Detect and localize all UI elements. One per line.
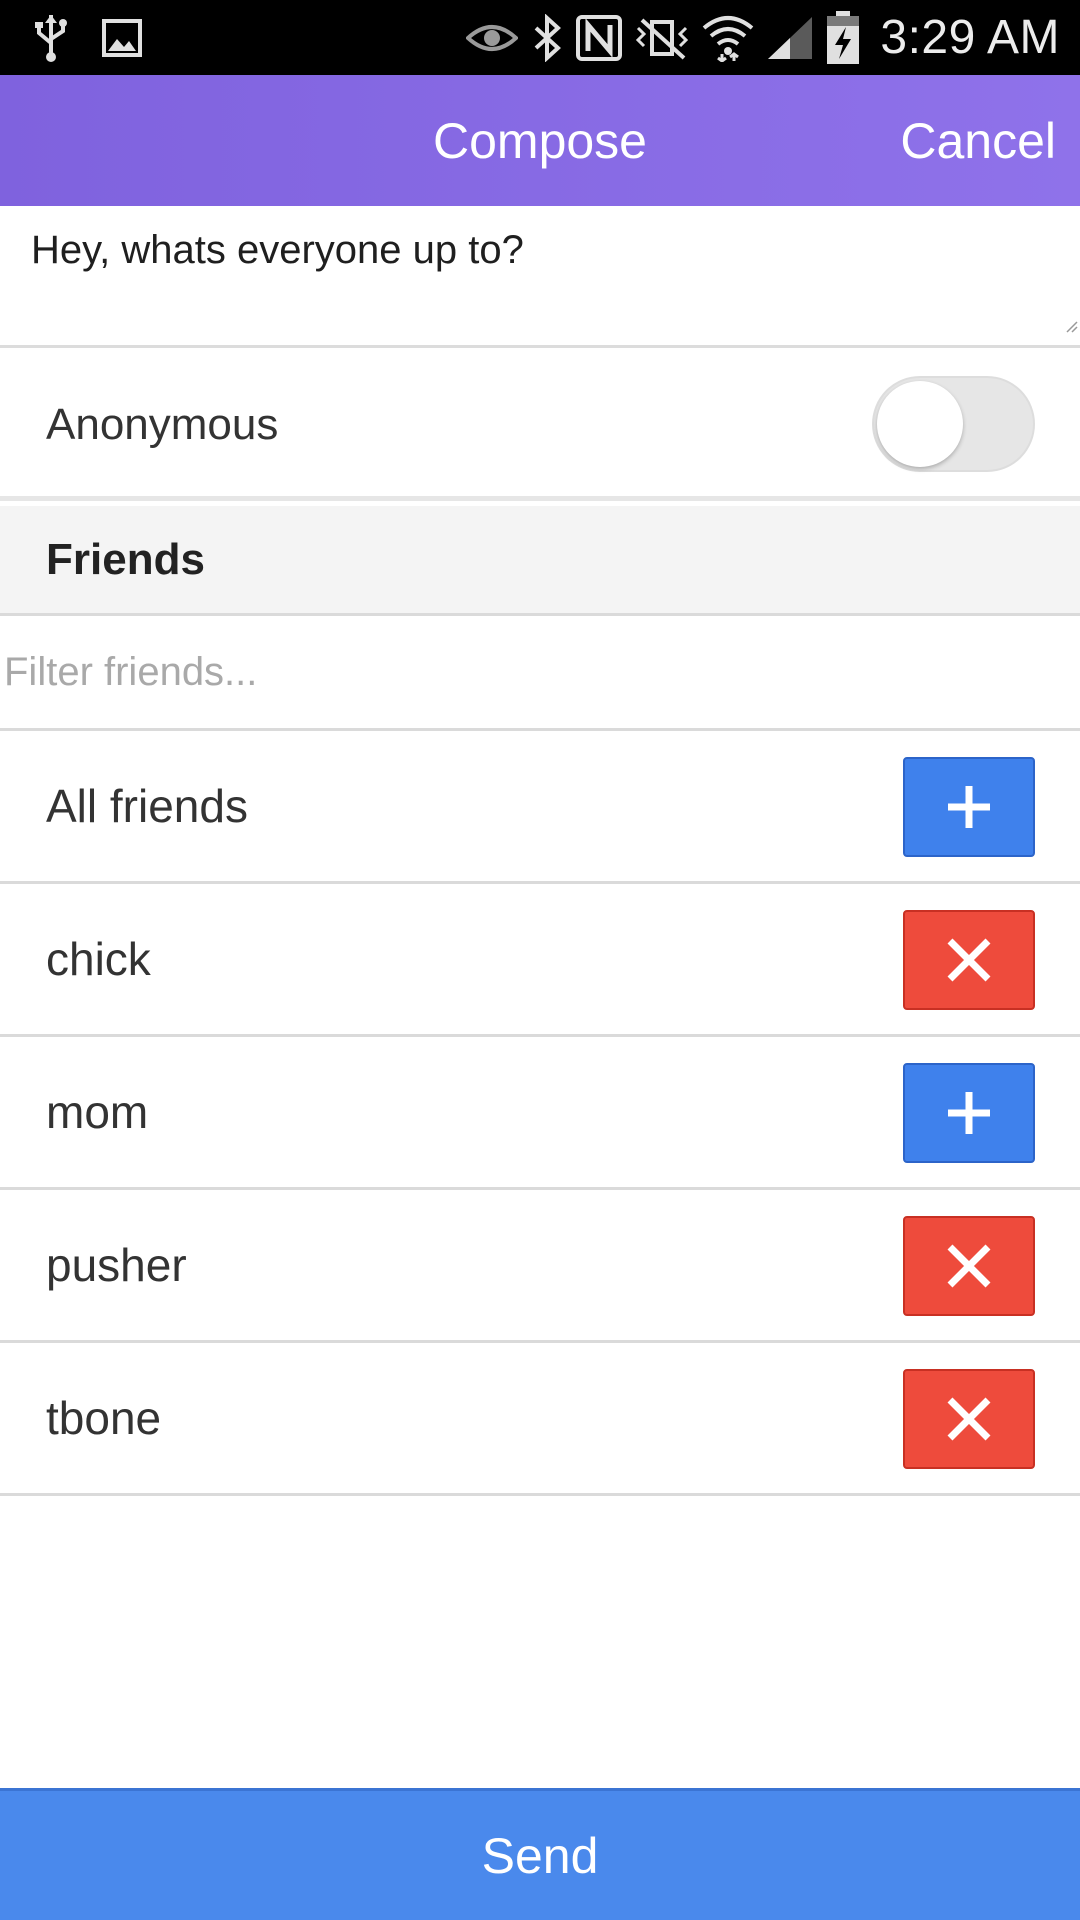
plus-icon: [948, 786, 990, 828]
anonymous-toggle[interactable]: [872, 376, 1035, 472]
close-icon: [947, 938, 991, 982]
friends-section-header: Friends: [0, 506, 1080, 616]
status-right-icons: 3:29 AM: [466, 8, 1080, 68]
remove-friend-button[interactable]: [903, 910, 1035, 1010]
friends-title: Friends: [46, 534, 205, 584]
battery-charging-icon: [826, 8, 860, 68]
close-icon: [947, 1397, 991, 1441]
list-item: chick: [0, 884, 1080, 1037]
filter-row: [0, 616, 1080, 731]
remove-friend-button[interactable]: [903, 1369, 1035, 1469]
add-friend-button[interactable]: [903, 1063, 1035, 1163]
list-item: mom: [0, 1037, 1080, 1190]
anonymous-row: Anonymous: [0, 351, 1080, 501]
friend-name: pusher: [46, 1239, 187, 1291]
plus-icon: [948, 1092, 990, 1134]
resize-handle-icon[interactable]: [1064, 319, 1078, 333]
wifi-icon: [702, 8, 754, 68]
send-button[interactable]: Send: [0, 1788, 1080, 1920]
bluetooth-icon: [530, 8, 564, 68]
status-time: 3:29 AM: [880, 11, 1060, 64]
list-item: tbone: [0, 1343, 1080, 1496]
vibrate-icon: [634, 8, 690, 68]
compose-header: Compose Cancel: [0, 75, 1080, 206]
message-text: Hey, whats everyone up to?: [31, 228, 524, 272]
signal-icon: [766, 8, 814, 68]
list-item: All friends: [0, 731, 1080, 884]
anonymous-label: Anonymous: [46, 399, 279, 449]
toggle-knob: [877, 381, 963, 467]
friend-name: All friends: [46, 780, 248, 832]
nfc-icon: [576, 8, 623, 68]
friend-name: tbone: [46, 1392, 162, 1444]
filter-friends-input[interactable]: [0, 616, 1080, 728]
friend-list: All friends chick mom pusher tbone: [0, 731, 1080, 1496]
remove-friend-button[interactable]: [903, 1216, 1035, 1316]
status-left-icons: [0, 8, 142, 68]
image-icon: [102, 8, 142, 68]
close-icon: [947, 1244, 991, 1288]
friend-name: mom: [46, 1086, 149, 1138]
add-friend-button[interactable]: [903, 757, 1035, 857]
list-item: pusher: [0, 1190, 1080, 1343]
usb-icon: [34, 8, 68, 68]
friend-name: chick: [46, 933, 151, 985]
cancel-button[interactable]: Cancel: [900, 75, 1056, 206]
message-textarea[interactable]: Hey, whats everyone up to?: [0, 206, 1080, 348]
status-bar: 3:29 AM: [0, 0, 1080, 75]
eye-icon: [466, 8, 519, 68]
